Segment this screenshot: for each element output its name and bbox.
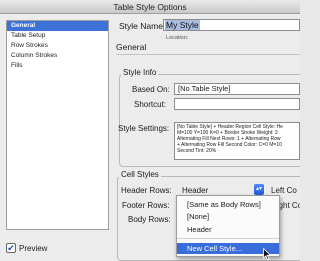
sidebar-item-fills[interactable]: Fills xyxy=(7,61,108,71)
style-info-title: Style Info xyxy=(121,68,159,77)
section-divider xyxy=(116,54,300,55)
sidebar-item-column-strokes[interactable]: Column Strokes xyxy=(7,51,108,61)
preview-label: Preview xyxy=(19,243,48,253)
shortcut-input[interactable] xyxy=(174,98,300,110)
menu-separator xyxy=(177,238,279,239)
section-title: General xyxy=(116,42,147,52)
checkmark-icon: ✔ xyxy=(7,242,15,253)
preview-checkbox[interactable]: ✔ xyxy=(6,243,16,253)
sidebar-item-general[interactable]: General xyxy=(7,21,108,31)
based-on-label: Based On: xyxy=(132,85,170,94)
style-settings-label: Style Settings: xyxy=(118,124,170,133)
footer-rows-label: Footer Rows: xyxy=(122,201,170,210)
style-name-input[interactable]: My Style xyxy=(163,19,300,31)
settings-line: Second Tint: 20% xyxy=(177,148,217,154)
shortcut-label: Shortcut: xyxy=(134,100,167,109)
menu-item-same-as-body-rows[interactable]: [Same as Body Rows] xyxy=(177,199,279,210)
header-rows-popup-button[interactable]: ▴▾ xyxy=(254,184,264,195)
chevron-up-down-icon: ▴▾ xyxy=(255,186,263,192)
sidebar-item-row-strokes[interactable]: Row Strokes xyxy=(7,41,108,51)
menu-item-none[interactable]: [None] xyxy=(177,211,279,222)
based-on-field[interactable]: [No Table Style] xyxy=(174,83,300,95)
category-list[interactable]: General Table Setup Row Strokes Column S… xyxy=(6,20,109,230)
sidebar-item-table-setup[interactable]: Table Setup xyxy=(7,31,108,41)
style-settings-text: [No Table Style] + Header Region Cell St… xyxy=(174,122,300,160)
header-rows-value[interactable]: Header xyxy=(182,186,208,195)
left-column-label: Left Co xyxy=(271,186,297,195)
style-name-value: My Style xyxy=(165,20,200,30)
style-name-label: Style Name: xyxy=(119,21,166,31)
preview-option[interactable]: ✔ Preview xyxy=(6,243,47,253)
menu-item-header[interactable]: Header xyxy=(177,224,279,235)
location-label: Location: xyxy=(166,35,189,41)
header-rows-label: Header Rows: xyxy=(121,186,172,195)
body-rows-label: Body Rows: xyxy=(128,215,171,224)
cell-styles-title: Cell Styles xyxy=(119,170,161,179)
table-style-options-dialog: Table Style Options General Table Setup … xyxy=(0,0,300,261)
mouse-pointer-icon xyxy=(263,248,271,260)
